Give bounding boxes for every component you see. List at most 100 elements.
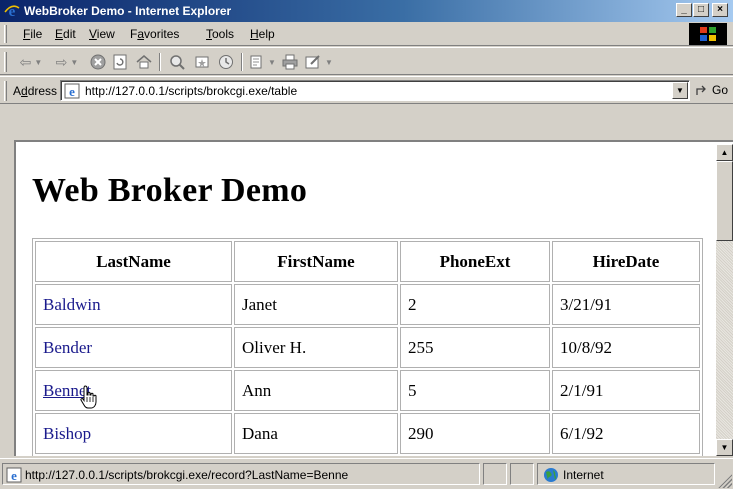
standard-toolbar: ⇦ ▼ ⇨ ▼ ▼ ▼ <box>0 47 733 75</box>
employee-table: LastName FirstName PhoneExt HireDate Bal… <box>32 238 703 456</box>
phoneext-cell: 290 <box>400 413 550 454</box>
history-icon <box>219 55 233 69</box>
favorites-button[interactable] <box>192 52 212 72</box>
title-bar[interactable]: e WebBroker Demo - Internet Explorer _ □… <box>0 0 733 22</box>
address-dropdown-button[interactable]: ▼ <box>672 82 688 99</box>
mail-icon <box>250 55 262 69</box>
page-content: Web Broker Demo LastName FirstName Phone… <box>16 144 716 456</box>
address-input[interactable]: e http://127.0.0.1/scripts/brokcgi.exe/t… <box>60 80 690 101</box>
phoneext-cell: 255 <box>400 327 550 368</box>
toolbar-separator <box>159 53 161 71</box>
menu-view[interactable]: View <box>89 27 115 41</box>
stop-button[interactable] <box>88 52 108 72</box>
hand-cursor-icon <box>80 385 97 409</box>
edit-button[interactable]: ▼ <box>303 52 335 72</box>
go-arrow-icon <box>696 85 706 95</box>
hiredate-cell: 3/21/91 <box>552 284 700 325</box>
lastname-link[interactable]: Bender <box>43 338 92 357</box>
toolbar-separator <box>241 53 243 71</box>
windows-logo-icon <box>700 27 716 41</box>
print-button[interactable] <box>280 52 300 72</box>
refresh-button[interactable] <box>110 52 130 72</box>
scroll-thumb[interactable] <box>716 161 733 241</box>
hiredate-cell: 10/8/92 <box>552 327 700 368</box>
back-icon: ⇦ <box>19 53 32 70</box>
scroll-down-button[interactable]: ▼ <box>716 439 733 456</box>
ie-logo-icon: e <box>4 4 20 19</box>
phoneext-cell: 2 <box>400 284 550 325</box>
search-icon <box>170 55 185 70</box>
forward-dropdown-icon: ▼ <box>70 57 79 67</box>
menu-favorites[interactable]: Favorites <box>130 27 179 41</box>
menu-file[interactable]: File <box>23 27 42 41</box>
lastname-link[interactable]: Baldwin <box>43 295 101 314</box>
status-zone-pane: Internet <box>537 463 715 485</box>
edit-icon <box>305 55 320 69</box>
lastname-cell: Bishop <box>35 413 232 454</box>
window-title: WebBroker Demo - Internet Explorer <box>24 4 232 18</box>
browser-window: e WebBroker Demo - Internet Explorer _ □… <box>0 0 733 489</box>
menu-grip[interactable] <box>4 25 7 43</box>
table-header-row: LastName FirstName PhoneExt HireDate <box>35 241 700 282</box>
toolbar-grip[interactable] <box>4 52 7 72</box>
address-label: Address <box>13 84 58 98</box>
phoneext-cell: 5 <box>400 370 550 411</box>
table-row: Baldwin Janet 2 3/21/91 <box>35 284 700 325</box>
svg-text:e: e <box>69 84 75 99</box>
status-progress-pane <box>483 463 507 485</box>
mail-button[interactable]: ▼ <box>249 52 277 72</box>
print-icon <box>282 54 298 70</box>
status-url: http://127.0.0.1/scripts/brokcgi.exe/rec… <box>25 468 349 482</box>
lastname-link[interactable]: Bishop <box>43 424 91 443</box>
svg-text:e: e <box>11 468 17 483</box>
hiredate-cell: 6/1/92 <box>552 413 700 454</box>
column-header-hiredate: HireDate <box>552 241 700 282</box>
back-dropdown-icon: ▼ <box>34 57 43 67</box>
edit-dropdown-icon: ▼ <box>325 57 333 67</box>
go-label: Go <box>712 83 729 97</box>
go-button[interactable]: Go <box>695 83 728 97</box>
globe-icon <box>544 468 558 482</box>
mail-dropdown-icon: ▼ <box>268 57 276 67</box>
lastname-cell: Bennet <box>35 370 232 411</box>
table-row: Bishop Dana 290 6/1/92 <box>35 413 700 454</box>
firstname-cell: Ann <box>234 370 398 411</box>
menu-tools[interactable]: Tools <box>206 27 234 41</box>
home-icon <box>136 55 152 69</box>
forward-icon: ⇨ <box>55 53 68 70</box>
page-icon: e <box>6 467 22 483</box>
scroll-up-button[interactable]: ▲ <box>716 144 733 161</box>
close-button[interactable]: × <box>712 3 728 17</box>
hiredate-cell: 2/1/91 <box>552 370 700 411</box>
lastname-cell: Bender <box>35 327 232 368</box>
firstname-cell: Oliver H. <box>234 327 398 368</box>
maximize-button[interactable]: □ <box>693 3 709 17</box>
status-zone: Internet <box>563 468 604 482</box>
address-url: http://127.0.0.1/scripts/brokcgi.exe/tab… <box>85 84 298 98</box>
page-icon: e <box>64 83 80 99</box>
column-header-lastname: LastName <box>35 241 232 282</box>
history-button[interactable] <box>216 52 236 72</box>
minimize-button[interactable]: _ <box>676 3 692 17</box>
search-button[interactable] <box>167 52 187 72</box>
home-button[interactable] <box>134 52 154 72</box>
address-grip[interactable] <box>4 81 7 101</box>
menu-bar: File Edit View Favorites Tools Help <box>0 22 733 46</box>
table-row: Bennet Ann 5 2/1/91 <box>35 370 700 411</box>
forward-button[interactable]: ⇨ ▼ <box>52 52 82 72</box>
firstname-cell: Janet <box>234 284 398 325</box>
back-button[interactable]: ⇦ ▼ <box>16 52 46 72</box>
lastname-cell: Baldwin <box>35 284 232 325</box>
page-heading: Web Broker Demo <box>32 172 308 209</box>
column-header-firstname: FirstName <box>234 241 398 282</box>
menu-edit[interactable]: Edit <box>55 27 76 41</box>
column-header-phoneext: PhoneExt <box>400 241 550 282</box>
throbber-logo <box>689 23 727 45</box>
table-row: Bender Oliver H. 255 10/8/92 <box>35 327 700 368</box>
stop-icon <box>90 54 106 70</box>
status-bar: e http://127.0.0.1/scripts/brokcgi.exe/r… <box>0 458 733 489</box>
vertical-scrollbar[interactable]: ▲ ▼ <box>716 144 733 456</box>
resize-grip[interactable] <box>718 474 732 488</box>
status-url-pane: e http://127.0.0.1/scripts/brokcgi.exe/r… <box>2 463 480 485</box>
menu-help[interactable]: Help <box>250 27 275 41</box>
